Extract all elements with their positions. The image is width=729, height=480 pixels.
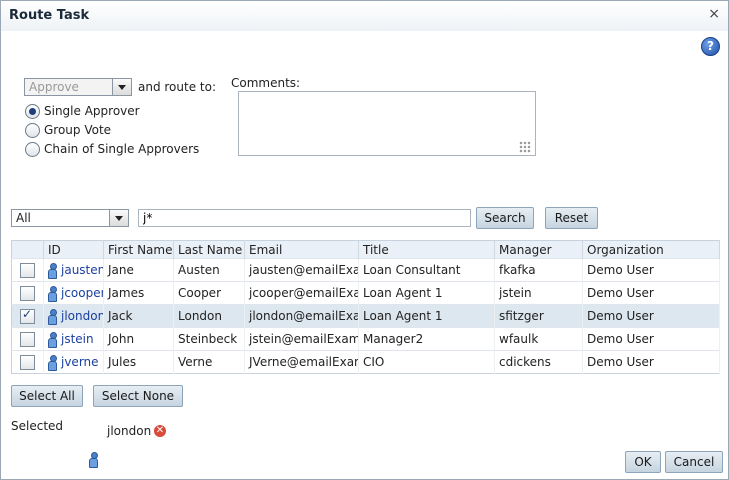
users-table: ID First Name Last Name Email Title Mana…	[11, 240, 720, 374]
title-cell: CIO	[358, 350, 495, 374]
last-name-cell: Steinbeck	[173, 327, 245, 351]
row-checkbox[interactable]	[20, 285, 35, 301]
search-button[interactable]: Search	[476, 207, 534, 229]
radio-chain-of-single-approvers[interactable]: Chain of Single Approvers	[25, 141, 199, 157]
organization-cell: Demo User	[582, 327, 720, 351]
manager-cell: sfitzger	[494, 304, 583, 328]
last-name-cell: Austen	[173, 258, 245, 282]
row-checkbox[interactable]	[20, 307, 35, 324]
cancel-button[interactable]: Cancel	[665, 451, 723, 473]
select-all-button[interactable]: Select All	[11, 385, 83, 407]
route-task-dialog: Route Task × ? Approve and route to: Sin…	[0, 0, 729, 480]
reset-button[interactable]: Reset	[545, 207, 598, 229]
column-header-title[interactable]: Title	[358, 240, 495, 259]
radio-label: Single Approver	[44, 104, 140, 118]
title-bar: Route Task ×	[1, 1, 728, 31]
user-id-link[interactable]: jausten	[61, 263, 103, 277]
user-id-link[interactable]: jstein	[61, 332, 94, 346]
radio-group-vote[interactable]: Group Vote	[25, 122, 111, 138]
column-header-organization[interactable]: Organization	[582, 240, 720, 259]
chevron-down-icon	[109, 210, 128, 226]
column-header-last-name[interactable]: Last Name	[173, 240, 245, 259]
title-cell: Loan Agent 1	[358, 281, 495, 305]
column-header-id[interactable]: ID	[43, 240, 104, 259]
user-id-link[interactable]: jlondon	[61, 309, 103, 323]
manager-cell: fkafka	[494, 258, 583, 282]
user-icon	[48, 262, 57, 279]
filter-select[interactable]: All	[11, 209, 129, 227]
manager-cell: jstein	[494, 281, 583, 305]
row-checkbox[interactable]	[20, 262, 35, 278]
chevron-down-icon	[112, 79, 131, 95]
dialog-title: Route Task	[9, 8, 90, 23]
first-name-cell: Jane	[103, 258, 174, 282]
manager-cell: wfaulk	[494, 327, 583, 351]
title-cell: Manager2	[358, 327, 495, 351]
help-icon[interactable]: ?	[701, 37, 720, 56]
column-header-select	[11, 240, 44, 259]
last-name-cell: Verne	[173, 350, 245, 374]
organization-cell: Demo User	[582, 350, 720, 374]
table-header-row: ID First Name Last Name Email Title Mana…	[11, 240, 720, 259]
first-name-cell: James	[103, 281, 174, 305]
user-id-link[interactable]: jverne	[61, 355, 99, 369]
row-checkbox[interactable]	[20, 354, 35, 370]
resize-grip-icon[interactable]	[519, 141, 531, 153]
email-cell: jausten@emailExample.com	[244, 258, 359, 282]
filter-select-value: All	[16, 211, 31, 225]
remove-icon[interactable]: ✕	[154, 425, 166, 437]
organization-cell: Demo User	[582, 304, 720, 328]
last-name-cell: Cooper	[173, 281, 245, 305]
comments-label: Comments:	[231, 76, 301, 90]
table-row[interactable]: jlondon Jack London jlondon@emailExample…	[11, 304, 720, 328]
first-name-cell: John	[103, 327, 174, 351]
radio-label: Group Vote	[44, 123, 112, 137]
row-checkbox[interactable]	[20, 331, 35, 347]
manager-cell: cdickens	[494, 350, 583, 374]
user-icon	[48, 331, 57, 348]
last-name-cell: London	[173, 304, 245, 328]
table-row[interactable]: jverne Jules Verne JVerne@emailExample.c…	[11, 350, 720, 374]
radio-button[interactable]	[25, 103, 40, 119]
first-name-cell: Jules	[103, 350, 174, 374]
radio-single-approver[interactable]: Single Approver	[25, 103, 140, 119]
user-icon	[89, 452, 98, 468]
radio-button[interactable]	[25, 141, 40, 157]
close-icon[interactable]: ×	[708, 6, 720, 22]
email-cell: JVerne@emailExample.com	[244, 350, 359, 374]
table-row[interactable]: jausten Jane Austen jausten@emailExample…	[11, 258, 720, 282]
user-icon	[48, 354, 57, 371]
user-icon	[48, 308, 57, 325]
radio-button[interactable]	[25, 122, 40, 138]
table-row[interactable]: jstein John Steinbeck jstein@emailExampl…	[11, 327, 720, 351]
column-header-email[interactable]: Email	[244, 240, 359, 259]
search-input[interactable]	[138, 209, 471, 227]
selected-user-name: jlondon	[107, 424, 152, 438]
column-header-manager[interactable]: Manager	[494, 240, 583, 259]
email-cell: jcooper@emailExample.com	[244, 281, 359, 305]
column-header-first-name[interactable]: First Name	[103, 240, 174, 259]
selected-label: Selected	[11, 419, 64, 433]
user-id-link[interactable]: jcooper	[61, 286, 103, 300]
select-none-button[interactable]: Select None	[93, 385, 183, 407]
table-row[interactable]: jcooper James Cooper jcooper@emailExampl…	[11, 281, 720, 305]
first-name-cell: Jack	[103, 304, 174, 328]
action-select[interactable]: Approve	[24, 78, 132, 96]
ok-button[interactable]: OK	[625, 451, 661, 473]
user-icon	[48, 285, 57, 302]
radio-label: Chain of Single Approvers	[44, 142, 200, 156]
title-cell: Loan Consultant	[358, 258, 495, 282]
title-cell: Loan Agent 1	[358, 304, 495, 328]
email-cell: jstein@emailExample.com	[244, 327, 359, 351]
action-select-value: Approve	[29, 80, 79, 94]
and-route-to-label: and route to:	[138, 80, 216, 94]
email-cell: jlondon@emailExample.com	[244, 304, 359, 328]
comments-textarea[interactable]	[238, 91, 536, 156]
organization-cell: Demo User	[582, 258, 720, 282]
organization-cell: Demo User	[582, 281, 720, 305]
